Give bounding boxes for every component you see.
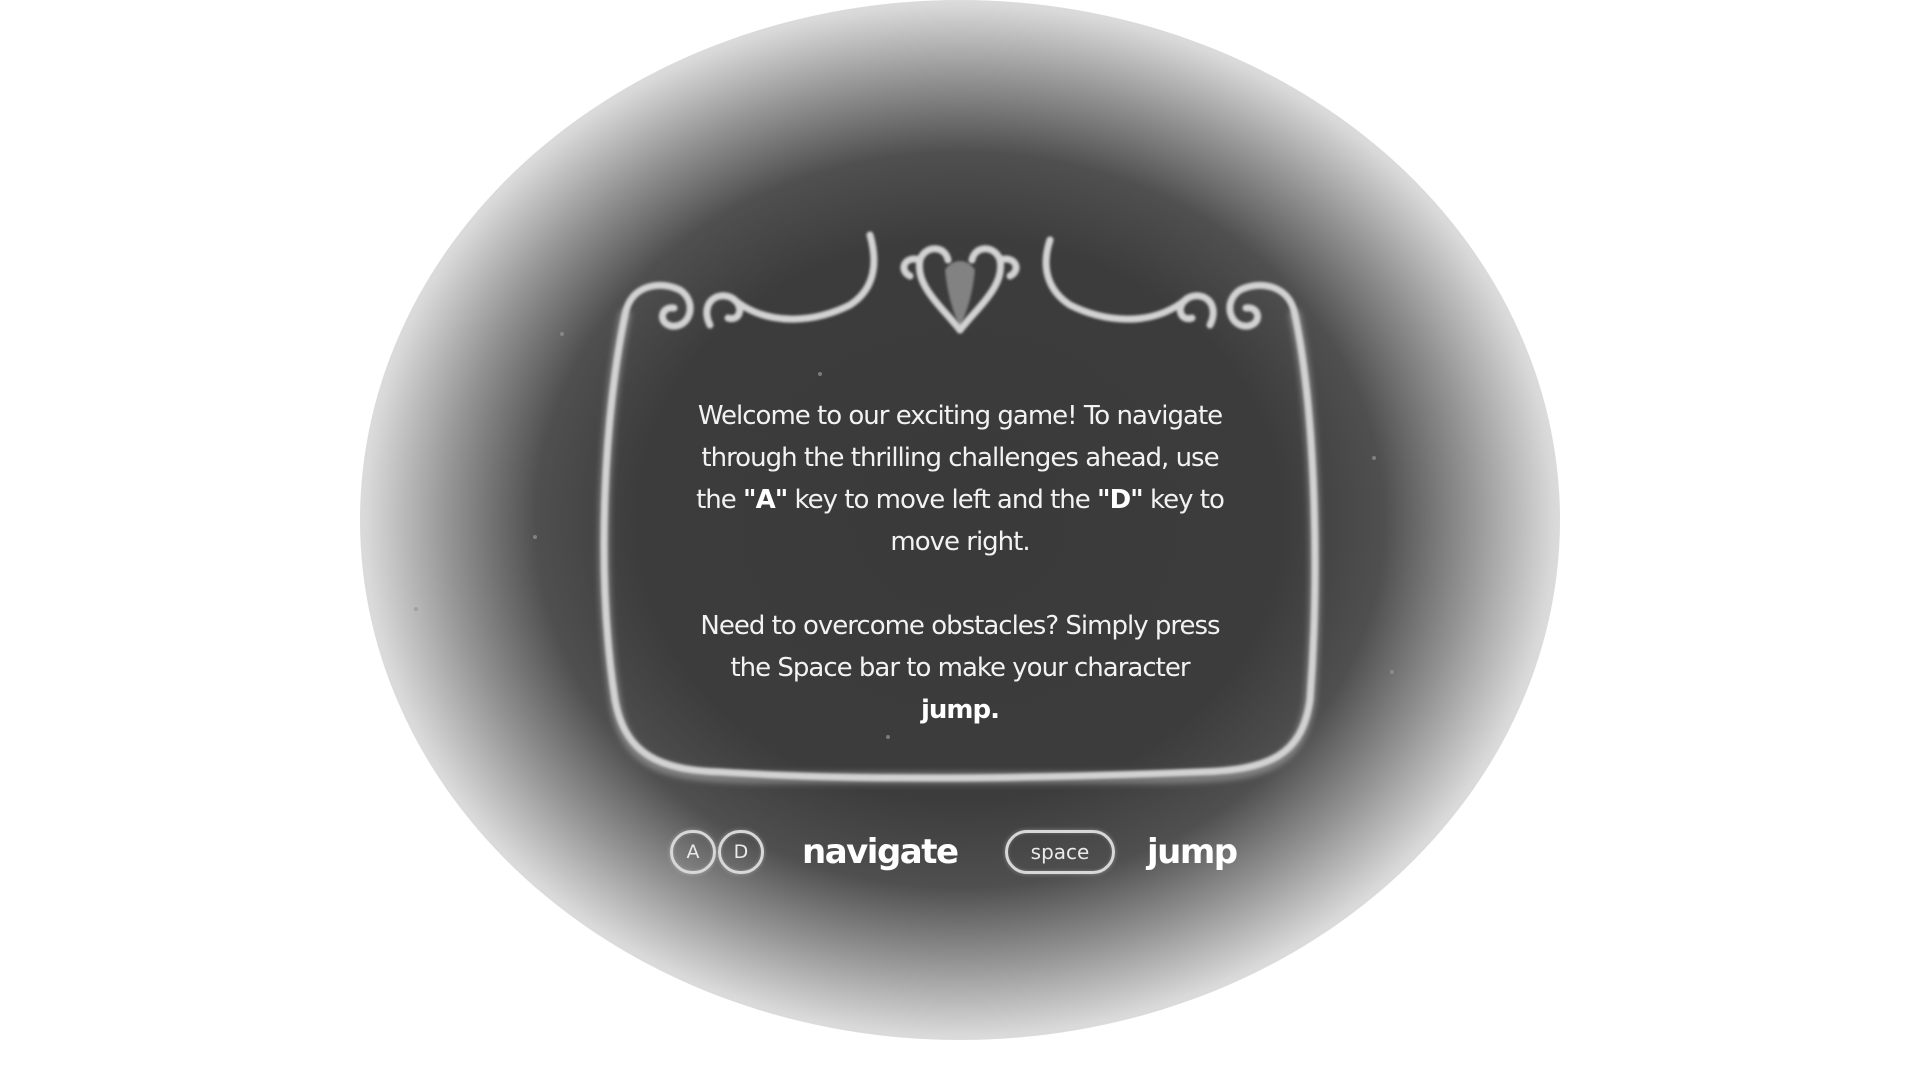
jump-label: jump bbox=[1147, 832, 1238, 872]
navigate-label: navigate bbox=[802, 832, 959, 872]
game-screen: Welcome to our exciting game! To navigat… bbox=[0, 0, 1920, 1080]
key-a-icon: A bbox=[670, 830, 716, 874]
key-d-highlight: "D" bbox=[1097, 485, 1144, 515]
dust-speck bbox=[414, 607, 418, 611]
space-key-icon: space bbox=[1005, 830, 1115, 874]
key-a-highlight: "A" bbox=[743, 485, 788, 515]
jump-legend: space jump bbox=[1005, 828, 1238, 876]
dust-speck bbox=[1372, 456, 1376, 460]
instructions-dialog: Welcome to our exciting game! To navigat… bbox=[690, 395, 1230, 731]
instructions-text: Need to overcome obstacles? Simply press… bbox=[700, 611, 1220, 683]
instructions-paragraph-navigate: Welcome to our exciting game! To navigat… bbox=[690, 395, 1230, 563]
dust-speck bbox=[533, 535, 537, 539]
instructions-text: key to move left and the bbox=[787, 485, 1098, 515]
instructions-paragraph-jump: Need to overcome obstacles? Simply press… bbox=[690, 605, 1230, 731]
dust-speck bbox=[1390, 670, 1394, 674]
navigate-legend: A D navigate bbox=[670, 828, 959, 876]
key-d-icon: D bbox=[718, 830, 764, 874]
jump-highlight: jump. bbox=[920, 695, 1000, 725]
dust-speck bbox=[560, 332, 564, 336]
